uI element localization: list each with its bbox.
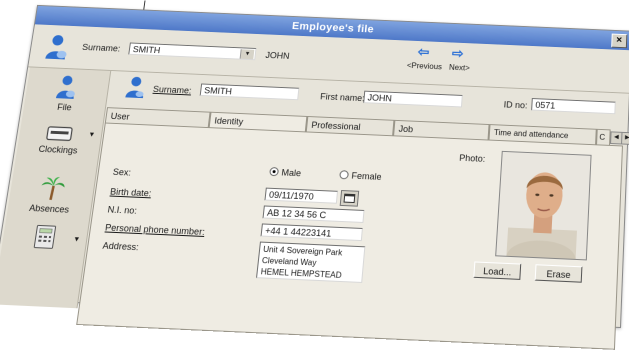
record-surname-field[interactable]: SMITH <box>199 83 300 101</box>
radio-selected-icon <box>269 167 280 177</box>
radio-female[interactable]: Female <box>339 169 382 182</box>
tab-scroll-right-icon[interactable]: ▶ <box>621 131 629 145</box>
calculator-icon <box>32 224 58 249</box>
identity-panel: Sex: Male Female Birth date: 09/11/1970 … <box>76 122 623 350</box>
employee-photo <box>495 150 592 261</box>
radio-icon <box>339 170 349 180</box>
time-clock-icon <box>45 124 75 143</box>
address-field[interactable]: Unit 4 Sovereign Park Cleveland Way HEME… <box>255 241 366 283</box>
id-field[interactable]: 0571 <box>531 98 616 115</box>
next-link[interactable]: Next> <box>449 63 470 72</box>
surname-combo-value: SMITH <box>132 44 161 56</box>
record-firstname-label: First name: <box>319 91 366 104</box>
photo-label: Photo: <box>458 152 486 164</box>
chevron-down-icon[interactable]: ▼ <box>239 49 255 61</box>
calendar-icon <box>341 191 358 206</box>
load-button[interactable]: Load... <box>473 261 522 280</box>
sidebar-item-absences[interactable]: Absences <box>7 173 95 215</box>
previous-label: Previous <box>411 61 443 72</box>
female-label: Female <box>351 170 383 182</box>
close-button[interactable]: ✕ <box>611 33 628 49</box>
sidebar-item-label: Absences <box>28 202 70 215</box>
tab-label: Job <box>398 123 414 135</box>
chevron-down-icon[interactable]: ▼ <box>73 236 81 243</box>
sex-label: Sex: <box>112 166 132 178</box>
address-label: Address: <box>101 240 140 253</box>
tab-label: Identity <box>213 115 244 127</box>
phone-field[interactable]: +44 1 44223141 <box>260 223 363 242</box>
id-label: ID no: <box>503 99 528 111</box>
phone-label: Personal phone number: <box>104 222 206 237</box>
surname-label: Surname: <box>81 42 121 54</box>
birth-date-label: Birth date: <box>109 186 152 199</box>
arrow-right-icon[interactable]: ⇨ <box>451 45 465 61</box>
tab-more[interactable]: C <box>596 128 611 145</box>
employee-file-window: Employee's file ✕ Surname: SMITH ▼ JOHN … <box>0 4 629 350</box>
next-label: Next <box>448 63 466 73</box>
employee-record: Surname: SMITH First name: JOHN ID no: 0… <box>76 71 629 350</box>
sidebar-item-file[interactable]: File <box>23 73 109 114</box>
erase-button[interactable]: Erase <box>534 264 583 283</box>
arrow-left-icon[interactable]: ⇦ <box>417 44 430 60</box>
person-icon <box>125 76 144 99</box>
surname-combo[interactable]: SMITH ▼ <box>128 42 257 61</box>
male-label: Male <box>281 167 302 179</box>
screenshot-stage: Employee's file ✕ Surname: SMITH ▼ JOHN … <box>0 0 629 350</box>
person-icon <box>55 75 76 99</box>
window-title: Employee's file <box>291 20 375 36</box>
chevron-down-icon[interactable]: ▼ <box>88 132 96 139</box>
portrait-image <box>496 151 591 260</box>
tab-label: Professional <box>310 120 361 132</box>
sidebar-item-calculator[interactable]: ▼ <box>1 223 88 253</box>
birth-date-field[interactable]: 09/11/1970 <box>264 187 339 204</box>
record-firstname-field[interactable]: JOHN <box>363 90 463 108</box>
firstname-display: JOHN <box>265 50 290 61</box>
sidebar-item-clockings[interactable]: ▼ Clockings <box>17 123 103 157</box>
tab-label: User <box>110 111 131 122</box>
palm-tree-icon <box>41 176 65 202</box>
calendar-button[interactable] <box>339 189 360 207</box>
person-icon <box>45 34 68 60</box>
ni-field[interactable]: AB 12 34 56 C <box>262 205 365 223</box>
previous-link[interactable]: <Previous <box>407 61 443 71</box>
ni-label: N.I. no: <box>107 204 138 216</box>
sidebar-item-label: Clockings <box>37 143 79 156</box>
record-surname-label: Surname: <box>152 84 193 96</box>
sidebar-item-label: File <box>56 102 73 113</box>
tab-label: Time and attendance <box>493 128 569 141</box>
tab-label: C <box>599 132 606 142</box>
radio-male[interactable]: Male <box>269 166 302 178</box>
